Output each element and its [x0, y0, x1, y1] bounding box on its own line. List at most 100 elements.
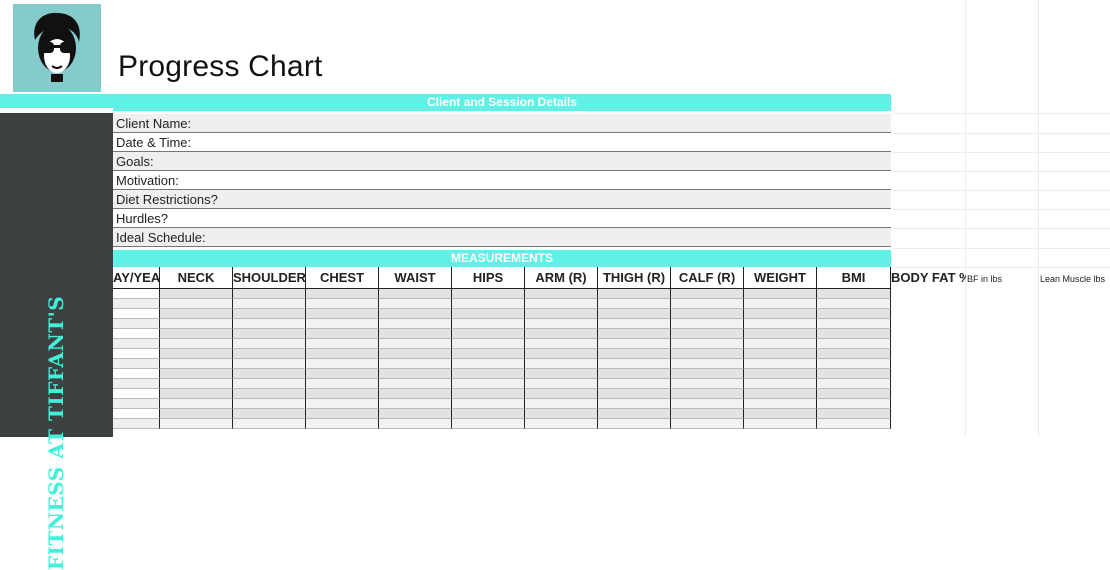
hurdles-field[interactable]: Hurdles? [113, 209, 891, 228]
measurement-cell[interactable] [160, 369, 233, 379]
client-name-field[interactable]: Client Name: [113, 114, 891, 133]
measurement-cell[interactable] [113, 359, 160, 369]
measurement-cell[interactable] [525, 329, 598, 339]
measurement-cell[interactable] [817, 359, 891, 369]
measurement-cell[interactable] [379, 309, 452, 319]
measurement-cell[interactable] [744, 349, 817, 359]
measurement-cell[interactable] [671, 339, 744, 349]
measurement-cell[interactable] [306, 379, 379, 389]
measurement-cell[interactable] [598, 399, 671, 409]
measurement-cell[interactable] [379, 349, 452, 359]
measurement-cell[interactable] [817, 389, 891, 399]
measurement-cell[interactable] [598, 289, 671, 299]
measurement-cell[interactable] [306, 339, 379, 349]
measurement-cell[interactable] [160, 389, 233, 399]
measurement-cell[interactable] [525, 339, 598, 349]
measurement-cell[interactable] [525, 399, 598, 409]
ideal-schedule-field[interactable]: Ideal Schedule: [113, 228, 891, 247]
measurement-cell[interactable] [525, 369, 598, 379]
measurement-cell[interactable] [160, 299, 233, 309]
measurement-cell[interactable] [306, 329, 379, 339]
measurement-cell[interactable] [817, 299, 891, 309]
measurement-cell[interactable] [525, 299, 598, 309]
measurement-cell[interactable] [452, 299, 525, 309]
measurement-cell[interactable] [671, 379, 744, 389]
measurement-cell[interactable] [379, 339, 452, 349]
measurement-cell[interactable] [113, 419, 160, 429]
measurement-cell[interactable] [233, 409, 306, 419]
measurement-cell[interactable] [671, 359, 744, 369]
measurement-cell[interactable] [744, 389, 817, 399]
measurement-cell[interactable] [817, 339, 891, 349]
measurement-cell[interactable] [525, 289, 598, 299]
measurement-cell[interactable] [598, 389, 671, 399]
measurement-cell[interactable] [379, 369, 452, 379]
measurement-cell[interactable] [113, 379, 160, 389]
measurement-cell[interactable] [744, 309, 817, 319]
measurement-cell[interactable] [817, 409, 891, 419]
measurement-cell[interactable] [233, 389, 306, 399]
measurement-cell[interactable] [452, 369, 525, 379]
measurement-cell[interactable] [525, 389, 598, 399]
measurement-cell[interactable] [233, 309, 306, 319]
measurement-cell[interactable] [113, 309, 160, 319]
measurement-cell[interactable] [598, 309, 671, 319]
measurement-cell[interactable] [525, 319, 598, 329]
measurement-cell[interactable] [671, 289, 744, 299]
measurement-cell[interactable] [379, 289, 452, 299]
measurement-cell[interactable] [452, 379, 525, 389]
measurement-cell[interactable] [744, 379, 817, 389]
measurement-cell[interactable] [598, 329, 671, 339]
measurement-cell[interactable] [306, 399, 379, 409]
measurement-cell[interactable] [817, 369, 891, 379]
measurement-cell[interactable] [525, 409, 598, 419]
measurement-cell[interactable] [233, 289, 306, 299]
measurement-cell[interactable] [379, 329, 452, 339]
measurement-cell[interactable] [817, 329, 891, 339]
measurement-cell[interactable] [379, 379, 452, 389]
measurement-cell[interactable] [744, 369, 817, 379]
measurement-cell[interactable] [671, 309, 744, 319]
measurement-cell[interactable] [233, 359, 306, 369]
measurement-cell[interactable] [113, 289, 160, 299]
measurement-cell[interactable] [233, 379, 306, 389]
measurement-cell[interactable] [671, 369, 744, 379]
measurement-cell[interactable] [306, 319, 379, 329]
measurement-cell[interactable] [744, 359, 817, 369]
goals-field[interactable]: Goals: [113, 152, 891, 171]
measurement-cell[interactable] [160, 419, 233, 429]
measurement-cell[interactable] [306, 419, 379, 429]
measurement-cell[interactable] [379, 299, 452, 309]
measurement-cell[interactable] [160, 349, 233, 359]
measurement-cell[interactable] [306, 409, 379, 419]
diet-restrictions-field[interactable]: Diet Restrictions? [113, 190, 891, 209]
measurement-cell[interactable] [525, 349, 598, 359]
measurement-cell[interactable] [160, 309, 233, 319]
measurement-cell[interactable] [379, 409, 452, 419]
measurement-cell[interactable] [452, 389, 525, 399]
measurement-cell[interactable] [744, 319, 817, 329]
measurement-cell[interactable] [598, 299, 671, 309]
measurement-cell[interactable] [113, 389, 160, 399]
measurement-cell[interactable] [160, 409, 233, 419]
measurement-cell[interactable] [525, 309, 598, 319]
measurement-cell[interactable] [598, 319, 671, 329]
measurement-cell[interactable] [233, 329, 306, 339]
measurement-cell[interactable] [744, 409, 817, 419]
measurement-cell[interactable] [817, 399, 891, 409]
measurement-cell[interactable] [379, 319, 452, 329]
measurement-cell[interactable] [671, 389, 744, 399]
measurement-cell[interactable] [744, 339, 817, 349]
measurement-cell[interactable] [452, 409, 525, 419]
measurement-cell[interactable] [233, 419, 306, 429]
measurement-cell[interactable] [233, 299, 306, 309]
measurement-cell[interactable] [598, 349, 671, 359]
measurement-cell[interactable] [598, 339, 671, 349]
measurement-cell[interactable] [671, 349, 744, 359]
measurement-cell[interactable] [452, 359, 525, 369]
measurement-cell[interactable] [671, 409, 744, 419]
measurement-cell[interactable] [160, 289, 233, 299]
measurement-cell[interactable] [306, 349, 379, 359]
measurement-cell[interactable] [598, 409, 671, 419]
measurement-cell[interactable] [233, 339, 306, 349]
